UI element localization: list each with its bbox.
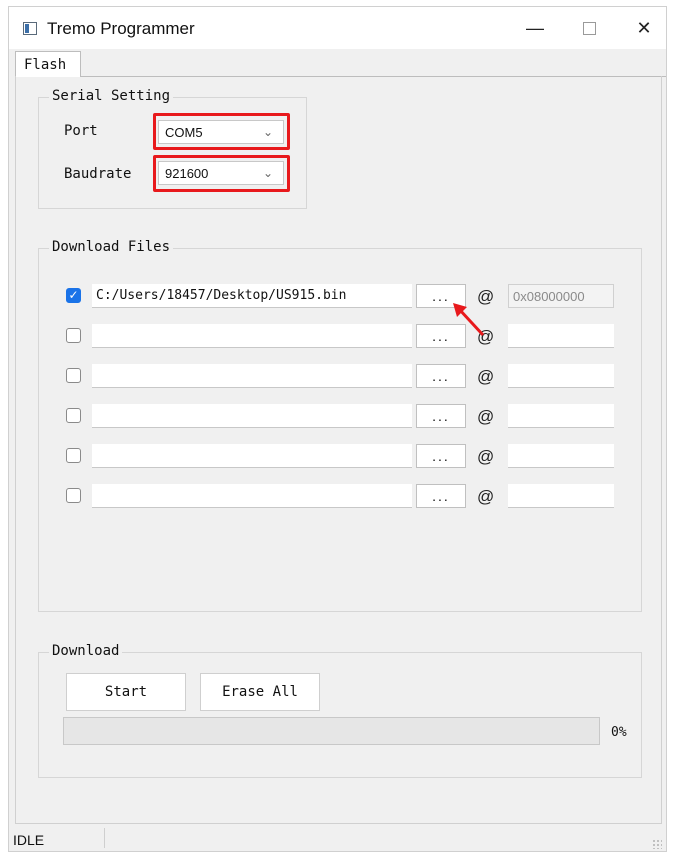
arrow-annotation — [453, 303, 485, 337]
download-files-title: Download Files — [49, 239, 174, 255]
progress-percent-label: 0% — [611, 725, 627, 740]
minimize-button[interactable]: — — [512, 11, 558, 45]
port-highlight-box — [153, 113, 290, 150]
baudrate-highlight-box — [153, 155, 290, 192]
address-input[interactable] — [508, 404, 614, 428]
window-title: Tremo Programmer — [47, 19, 195, 38]
file-path-input[interactable] — [92, 484, 412, 508]
tab-flash[interactable]: Flash — [15, 51, 81, 77]
file-row-checkbox[interactable]: ✓ — [66, 288, 81, 303]
close-button[interactable]: ✕ — [621, 11, 667, 45]
browse-button[interactable]: ... — [416, 404, 466, 428]
download-files-group: Download Files ✓ C:/Users/18457/Desktop/… — [38, 239, 642, 612]
address-input[interactable]: 0x08000000 — [508, 284, 614, 308]
port-label: Port — [64, 123, 98, 139]
check-icon: ✓ — [68, 288, 79, 302]
at-symbol: @ — [477, 487, 495, 506]
file-path-input[interactable] — [92, 404, 412, 428]
title-bar: Tremo Programmer — ✕ — [9, 7, 666, 49]
status-separator — [104, 828, 105, 848]
tab-bar: Flash — [9, 49, 666, 77]
serial-setting-group: Serial Setting Port COM5 ⌄ Baudrate 9216… — [38, 88, 307, 209]
file-path-input[interactable]: C:/Users/18457/Desktop/US915.bin — [92, 284, 412, 308]
baudrate-label: Baudrate — [64, 166, 132, 182]
download-progress-bar — [63, 717, 600, 745]
at-symbol: @ — [477, 367, 495, 386]
address-input[interactable] — [508, 484, 614, 508]
resize-grip-icon[interactable] — [652, 839, 662, 849]
file-row-checkbox[interactable] — [66, 408, 81, 423]
download-title: Download — [49, 643, 123, 659]
at-symbol: @ — [477, 407, 495, 426]
start-button[interactable]: Start — [66, 673, 186, 711]
erase-all-button[interactable]: Erase All — [200, 673, 320, 711]
file-row-checkbox[interactable] — [66, 448, 81, 463]
address-input[interactable] — [508, 324, 614, 348]
file-path-input[interactable] — [92, 364, 412, 388]
file-path-input[interactable] — [92, 444, 412, 468]
file-path-input[interactable] — [92, 324, 412, 348]
status-text: IDLE — [13, 832, 45, 848]
address-input[interactable] — [508, 444, 614, 468]
close-icon: ✕ — [636, 17, 652, 38]
maximize-icon — [582, 21, 596, 35]
file-row-checkbox[interactable] — [66, 488, 81, 503]
app-window: Tremo Programmer — ✕ Flash Serial Settin… — [8, 6, 667, 852]
maximize-button[interactable] — [566, 11, 612, 45]
browse-button[interactable]: ... — [416, 484, 466, 508]
minimize-icon: — — [526, 17, 544, 38]
file-row-checkbox[interactable] — [66, 328, 81, 343]
address-input[interactable] — [508, 364, 614, 388]
at-symbol: @ — [477, 447, 495, 466]
browse-button[interactable]: ... — [416, 444, 466, 468]
serial-setting-title: Serial Setting — [49, 88, 174, 104]
download-group: Download Start Erase All — [38, 643, 642, 778]
flash-panel: Serial Setting Port COM5 ⌄ Baudrate 9216… — [15, 76, 662, 824]
app-icon — [23, 22, 37, 35]
status-bar: IDLE — [9, 824, 666, 853]
browse-button[interactable]: ... — [416, 364, 466, 388]
file-row-checkbox[interactable] — [66, 368, 81, 383]
